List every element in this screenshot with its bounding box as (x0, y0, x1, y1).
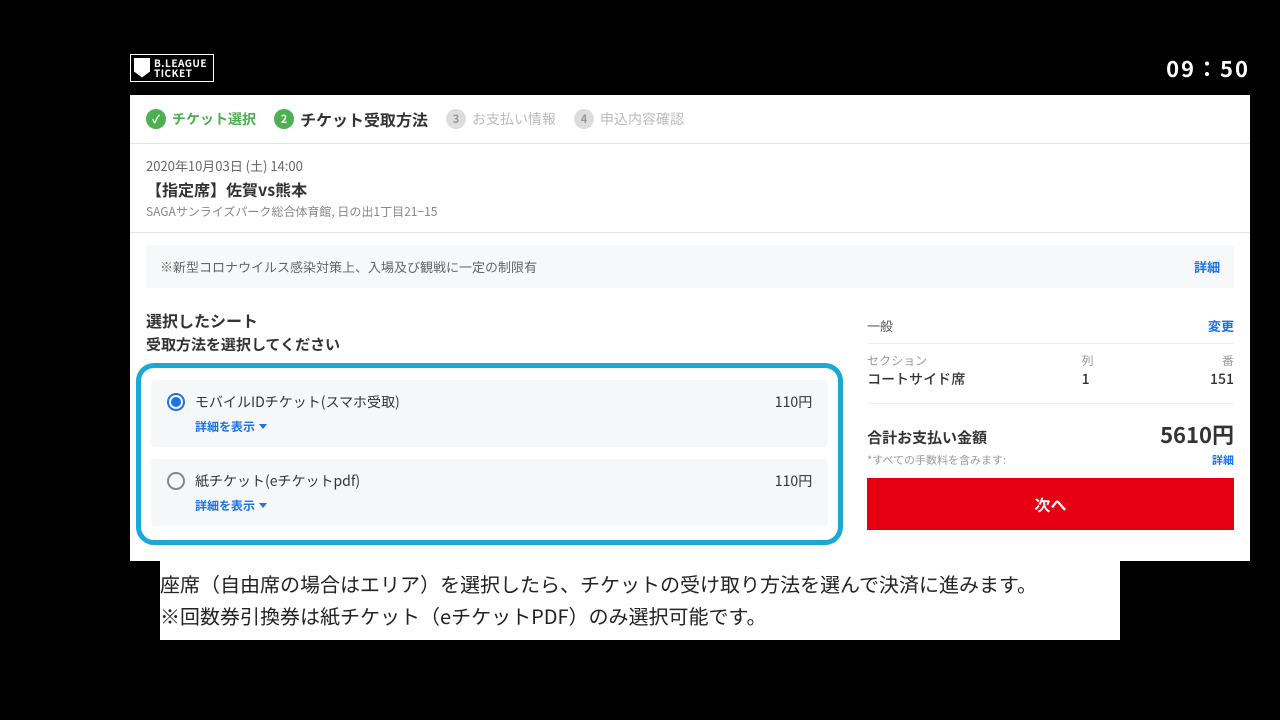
caption-line-2: ※回数券引換券は紙チケット（eチケットPDF）のみ選択可能です。 (160, 600, 1120, 632)
order-summary: 一般 変更 セクション コートサイド席 列 1 番 151 (867, 300, 1234, 545)
top-bar: B.LEAGUE TICKET 09：50 (110, 40, 1270, 95)
seat-value: 151 (1210, 369, 1234, 389)
check-icon (146, 109, 166, 129)
total-label: 合計お支払い金額 (867, 427, 987, 448)
delivery-mobile-label: モバイルIDチケット(スマホ受取) (195, 392, 400, 412)
chevron-down-icon (259, 503, 267, 508)
step-3-label: お支払い情報 (472, 109, 556, 129)
notice-text: ※新型コロナウイルス感染対策上、入場及び観戦に一定の制限有 (160, 257, 537, 276)
fee-note: *すべての手数料を含みます: (867, 452, 1006, 468)
fee-detail-link[interactable]: 詳細 (1212, 452, 1234, 468)
delivery-option-mobile[interactable]: モバイルIDチケット(スマホ受取) 110円 詳細を表示 (151, 380, 828, 447)
event-datetime: 2020年10月03日 (土) 14:00 (146, 156, 1234, 175)
ticket-category: 一般 (867, 316, 893, 335)
caption-line-1: 座席（自由席の場合はエリア）を選択したら、チケットの受け取り方法を選んで決済に進… (160, 568, 1120, 600)
next-button[interactable]: 次へ (867, 478, 1234, 530)
step-2: 2 チケット受取方法 (274, 107, 428, 131)
step-4-number: 4 (574, 109, 594, 129)
delivery-mobile-detail-toggle[interactable]: 詳細を表示 (195, 418, 812, 435)
section-label: セクション (867, 352, 965, 369)
seat-label: 番 (1210, 352, 1234, 369)
chevron-down-icon (259, 424, 267, 429)
instruction-caption: 座席（自由席の場合はエリア）を選択したら、チケットの受け取り方法を選んで決済に進… (160, 560, 1120, 640)
step-4: 4 申込内容確認 (574, 109, 684, 129)
row-value: 1 (1082, 369, 1094, 389)
content-panel: チケット選択 2 チケット受取方法 3 お支払い情報 4 申込内容確認 2020… (130, 95, 1250, 561)
brand-logo[interactable]: B.LEAGUE TICKET (130, 54, 214, 82)
step-3-number: 3 (446, 109, 466, 129)
step-1-label: チケット選択 (172, 109, 256, 129)
row-label: 列 (1082, 352, 1094, 369)
radio-paper[interactable] (167, 472, 185, 490)
clock-display: 09：50 (1166, 52, 1250, 84)
covid-notice: ※新型コロナウイルス感染対策上、入場及び観戦に一定の制限有 詳細 (146, 245, 1234, 288)
event-info: 2020年10月03日 (土) 14:00 【指定席】佐賀vs熊本 SAGAサン… (130, 144, 1250, 233)
delivery-paper-price: 110円 (775, 471, 812, 491)
radio-mobile[interactable] (167, 393, 185, 411)
event-title: 【指定席】佐賀vs熊本 (146, 177, 1234, 201)
delivery-mobile-price: 110円 (775, 392, 812, 412)
step-2-number: 2 (274, 109, 294, 129)
event-venue: SAGAサンライズパーク総合体育館, 日の出1丁目21−15 (146, 203, 1234, 220)
step-3: 3 お支払い情報 (446, 109, 556, 129)
section-value: コートサイド席 (867, 369, 965, 389)
step-1: チケット選択 (146, 109, 256, 129)
total-amount: 5610円 (1160, 418, 1234, 450)
delivery-option-paper[interactable]: 紙チケット(eチケットpdf) 110円 詳細を表示 (151, 459, 828, 526)
delivery-paper-detail-toggle[interactable]: 詳細を表示 (195, 497, 812, 514)
delivery-subheading: 受取方法を選択してください (146, 334, 843, 355)
step-4-label: 申込内容確認 (600, 109, 684, 129)
seat-heading: 選択したシート (146, 308, 843, 332)
delivery-paper-label: 紙チケット(eチケットpdf) (195, 471, 360, 491)
notice-detail-link[interactable]: 詳細 (1194, 257, 1220, 276)
shield-icon (134, 58, 150, 78)
step-2-label: チケット受取方法 (300, 107, 428, 131)
progress-steps: チケット選択 2 チケット受取方法 3 お支払い情報 4 申込内容確認 (130, 95, 1250, 144)
delivery-highlight: モバイルIDチケット(スマホ受取) 110円 詳細を表示 (136, 363, 843, 545)
change-link[interactable]: 変更 (1208, 316, 1234, 335)
